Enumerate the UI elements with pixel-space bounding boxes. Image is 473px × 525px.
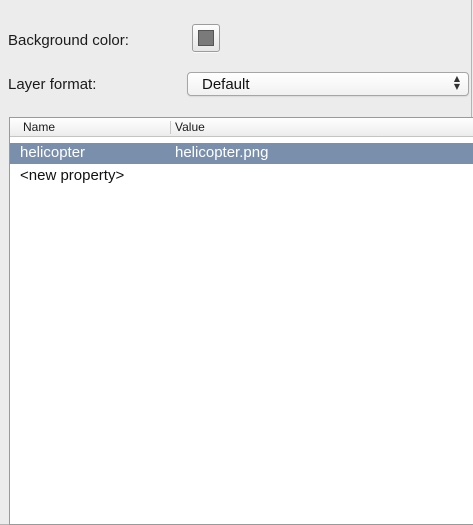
color-swatch [198, 30, 214, 46]
column-header-value[interactable]: Value [175, 120, 205, 134]
layer-format-label: Layer format: [8, 75, 97, 93]
column-header-name[interactable]: Name [23, 120, 55, 134]
property-value[interactable]: helicopter.png [175, 144, 268, 161]
table-header: Name Value [10, 118, 473, 137]
background-color-row: Background color: [8, 22, 129, 58]
table-row[interactable]: <new property> [10, 166, 473, 187]
custom-properties-table[interactable]: Name Value helicopter helicopter.png <ne… [9, 117, 473, 525]
new-property-placeholder[interactable]: <new property> [20, 167, 124, 184]
updown-arrows-icon: ▲ ▼ [453, 74, 461, 91]
layer-format-value: Default [202, 76, 250, 93]
property-name[interactable]: helicopter [20, 144, 85, 161]
column-divider[interactable] [170, 121, 171, 134]
background-color-button[interactable] [192, 24, 220, 52]
table-row[interactable]: helicopter helicopter.png [10, 143, 473, 164]
background-color-label: Background color: [8, 31, 129, 49]
properties-panel: Background color: Layer format: Default … [0, 0, 473, 525]
layer-format-select[interactable]: Default ▲ ▼ [187, 72, 469, 96]
layer-format-row: Layer format: [8, 68, 96, 100]
